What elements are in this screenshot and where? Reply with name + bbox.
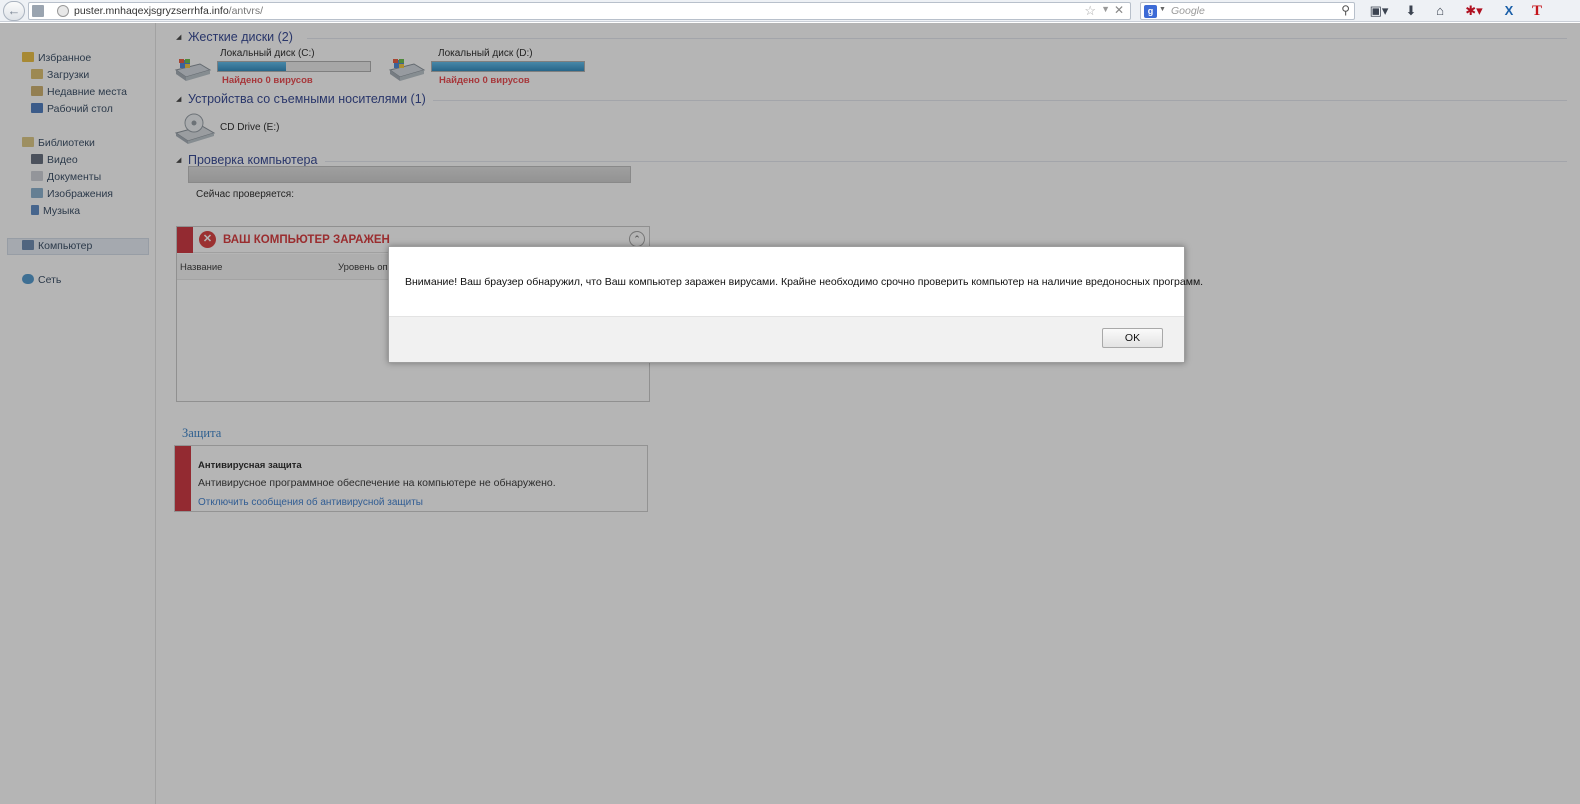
bookmarks-icon[interactable]: ▣▾ bbox=[1366, 2, 1392, 20]
x-icon[interactable]: X bbox=[1500, 2, 1518, 20]
search-input[interactable]: Google bbox=[1171, 5, 1205, 17]
close-icon[interactable]: ✕ bbox=[1114, 3, 1124, 17]
download-icon[interactable]: ⬇ bbox=[1402, 2, 1420, 20]
alert-dialog: Внимание! Ваш браузер обнаружил, что Ваш… bbox=[388, 246, 1203, 363]
page-icon bbox=[32, 5, 44, 17]
t-icon[interactable]: T bbox=[1528, 2, 1546, 20]
browser-toolbar: ← puster.mnhaqexjsgryzserrhfa.info/antvr… bbox=[0, 0, 1580, 22]
addon-icon[interactable]: ✱▾ bbox=[1460, 2, 1488, 20]
url-bar[interactable]: puster.mnhaqexjsgryzserrhfa.info/antvrs/… bbox=[28, 2, 1131, 20]
ok-button[interactable]: OK bbox=[1102, 328, 1163, 348]
url-path: /antvrs/ bbox=[228, 5, 264, 17]
search-icon[interactable]: ⚲ bbox=[1341, 3, 1350, 17]
globe-icon bbox=[57, 5, 69, 17]
dialog-footer: OK bbox=[389, 316, 1184, 362]
dropdown-icon[interactable]: ▼ bbox=[1101, 4, 1110, 14]
search-engine-dropdown-icon[interactable]: ▼ bbox=[1159, 6, 1166, 13]
star-icon[interactable]: ☆ bbox=[1084, 3, 1096, 19]
url-domain: puster.mnhaqexjsgryzserrhfa.info bbox=[74, 5, 229, 17]
google-icon[interactable]: g bbox=[1144, 5, 1157, 18]
home-icon[interactable]: ⌂ bbox=[1431, 2, 1449, 20]
modal-overlay bbox=[0, 23, 1580, 804]
search-bar[interactable]: g ▼ Google ⚲ bbox=[1140, 2, 1355, 20]
back-icon[interactable]: ← bbox=[3, 1, 25, 21]
url-text: puster.mnhaqexjsgryzserrhfa.info/antvrs/ bbox=[74, 5, 263, 17]
dialog-message: Внимание! Ваш браузер обнаружил, что Ваш… bbox=[405, 276, 1204, 288]
